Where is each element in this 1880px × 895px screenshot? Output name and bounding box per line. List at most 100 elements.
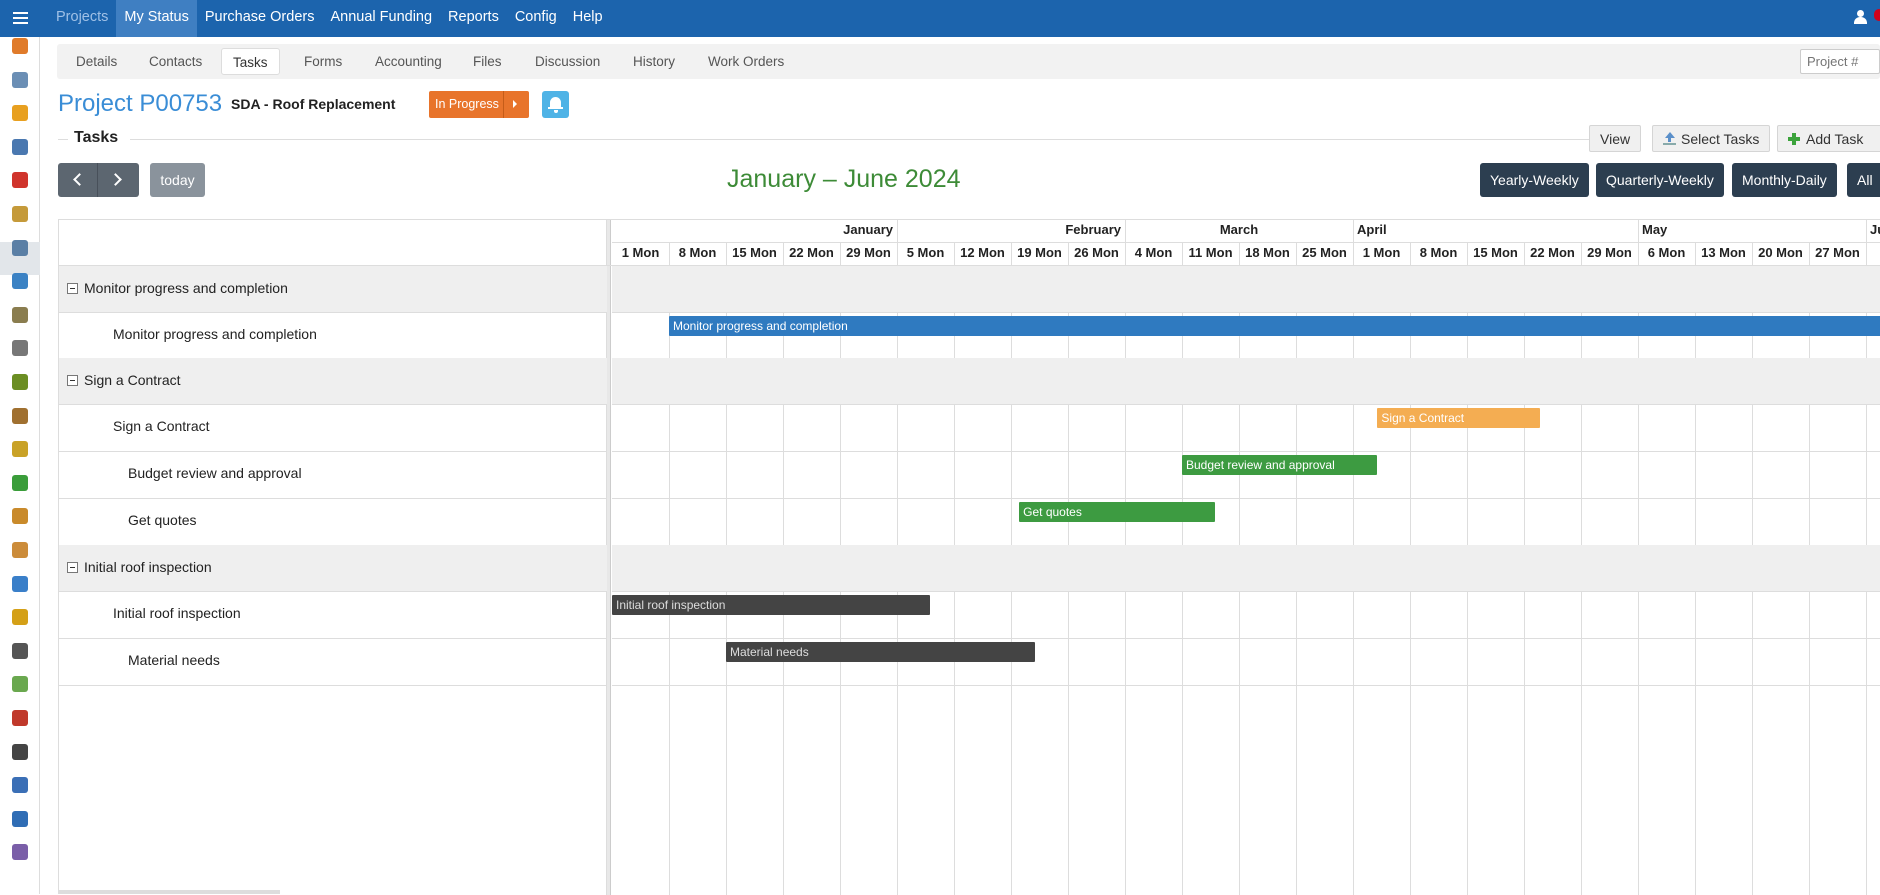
view-all-button[interactable]: All xyxy=(1847,163,1880,197)
checklist-icon[interactable] xyxy=(12,374,28,390)
task-bar[interactable]: Budget review and approval xyxy=(1182,455,1378,475)
next-button[interactable] xyxy=(98,163,138,197)
chevron-left-icon xyxy=(73,173,86,186)
bus-icon[interactable] xyxy=(12,206,28,222)
nav-help[interactable]: Help xyxy=(565,0,611,37)
wrench-icon[interactable] xyxy=(12,340,28,357)
collapse-toggle-icon[interactable] xyxy=(67,375,78,386)
chart-icon[interactable] xyxy=(12,777,28,794)
week-label: 1 Mon xyxy=(1362,245,1401,260)
task-label[interactable]: Get quotes xyxy=(128,512,197,528)
select-tasks-label: Select Tasks xyxy=(1681,131,1760,147)
tab-work-orders[interactable]: Work Orders xyxy=(697,48,795,75)
row-divider xyxy=(59,451,607,452)
week-label: 6 Mon xyxy=(1647,245,1686,260)
warning-icon[interactable] xyxy=(12,441,28,458)
task-label[interactable]: Monitor progress and completion xyxy=(113,326,317,342)
puzzle-icon[interactable] xyxy=(12,474,28,491)
row-divider xyxy=(612,638,1880,639)
group-row-timeline xyxy=(612,266,1880,312)
tab-details[interactable]: Details xyxy=(65,48,128,75)
bell-icon[interactable] xyxy=(542,91,569,118)
notification-badge xyxy=(1874,9,1880,21)
row-divider xyxy=(612,451,1880,452)
task-bar[interactable]: Material needs xyxy=(726,642,1036,662)
tab-files[interactable]: Files xyxy=(462,48,513,75)
group-label[interactable]: Initial roof inspection xyxy=(84,559,212,575)
home-icon[interactable] xyxy=(12,38,28,54)
edit-icon[interactable] xyxy=(12,676,28,693)
week-label: 18 Mon xyxy=(1245,245,1290,260)
status-dropdown-button[interactable]: In Progress xyxy=(429,91,529,118)
view-monthly-daily-button[interactable]: Monthly-Daily xyxy=(1732,163,1837,197)
group-label[interactable]: Monitor progress and completion xyxy=(84,280,288,296)
select-tasks-button[interactable]: Select Tasks xyxy=(1652,125,1771,152)
nav-my-status[interactable]: My Status xyxy=(116,0,197,37)
help-icon[interactable] xyxy=(12,810,28,827)
task-bar[interactable]: Sign a Contract xyxy=(1377,408,1541,428)
group-label[interactable]: Sign a Contract xyxy=(84,372,181,388)
project-number-input[interactable] xyxy=(1800,49,1880,74)
month-label: Ju xyxy=(1870,222,1880,237)
week-label: 15 Mon xyxy=(732,245,777,260)
task-bar[interactable]: Initial roof inspection xyxy=(612,595,930,615)
tab-forms[interactable]: Forms xyxy=(293,48,353,75)
book-icon[interactable] xyxy=(12,508,28,525)
tab-tasks[interactable]: Tasks xyxy=(221,48,280,75)
menu-icon[interactable] xyxy=(0,0,40,37)
timeline-pane: January February March April May Ju 1 Mon 8 Mon… xyxy=(612,220,1880,895)
week-label: 8 Mon xyxy=(1419,245,1458,260)
horizontal-scrollbar[interactable] xyxy=(58,890,280,894)
row-divider xyxy=(612,312,1880,313)
medical-icon[interactable] xyxy=(12,172,28,189)
icon-sidebar xyxy=(0,37,40,894)
nav-annual-funding[interactable]: Annual Funding xyxy=(322,0,440,37)
document-icon[interactable] xyxy=(12,71,28,88)
prev-button[interactable] xyxy=(58,163,98,197)
week-label: 27 Mon xyxy=(1815,245,1860,260)
key-icon[interactable] xyxy=(12,609,28,626)
calendar-icon[interactable] xyxy=(12,273,28,290)
project-title: Project P00753 xyxy=(58,90,223,117)
task-label[interactable]: Sign a Contract xyxy=(113,418,210,434)
view-yearly-weekly-button[interactable]: Yearly-Weekly xyxy=(1480,163,1589,197)
tab-accounting[interactable]: Accounting xyxy=(364,48,453,75)
user-icon[interactable] xyxy=(1854,10,1867,24)
tab-contacts[interactable]: Contacts xyxy=(138,48,213,75)
nav-projects[interactable]: Projects xyxy=(48,0,116,37)
box-icon[interactable] xyxy=(12,542,28,558)
top-navbar: Projects My Status Purchase Orders Annua… xyxy=(0,0,1880,37)
view-button[interactable]: View xyxy=(1589,125,1642,152)
task-bar[interactable]: Get quotes xyxy=(1019,502,1215,522)
tab-discussion[interactable]: Discussion xyxy=(524,48,611,75)
collapse-toggle-icon[interactable] xyxy=(67,283,78,294)
collapse-toggle-icon[interactable] xyxy=(67,562,78,573)
monitor-icon[interactable] xyxy=(12,138,28,155)
status-label: In Progress xyxy=(435,97,499,111)
task-bar[interactable]: Monitor progress and completion xyxy=(669,316,1880,336)
today-button[interactable]: today xyxy=(150,163,205,197)
users-icon[interactable] xyxy=(12,844,28,861)
calendar-icon[interactable] xyxy=(12,710,28,726)
hardhat-icon[interactable] xyxy=(12,105,28,122)
add-task-button[interactable]: Add Task xyxy=(1777,125,1880,152)
nav-purchase-orders[interactable]: Purchase Orders xyxy=(197,0,323,37)
truck-icon[interactable] xyxy=(12,642,28,659)
task-label[interactable]: Initial roof inspection xyxy=(113,605,241,621)
view-quarterly-weekly-button[interactable]: Quarterly-Weekly xyxy=(1596,163,1724,197)
gears-icon[interactable] xyxy=(12,743,28,760)
task-label[interactable]: Material needs xyxy=(128,652,220,668)
certificate-icon[interactable] xyxy=(12,306,28,323)
tasks-divider xyxy=(130,139,1590,140)
truck-icon[interactable] xyxy=(12,239,28,256)
week-label: 29 Mon xyxy=(846,245,891,260)
week-label: 1 Mon xyxy=(621,245,660,260)
pane-splitter[interactable] xyxy=(607,220,611,895)
search-doc-icon[interactable] xyxy=(12,407,28,424)
month-label: March xyxy=(1219,222,1259,237)
tab-history[interactable]: History xyxy=(622,48,686,75)
nav-reports[interactable]: Reports xyxy=(440,0,507,37)
task-label[interactable]: Budget review and approval xyxy=(128,465,302,481)
nav-config[interactable]: Config xyxy=(507,0,565,37)
alarm-icon[interactable] xyxy=(12,575,28,592)
